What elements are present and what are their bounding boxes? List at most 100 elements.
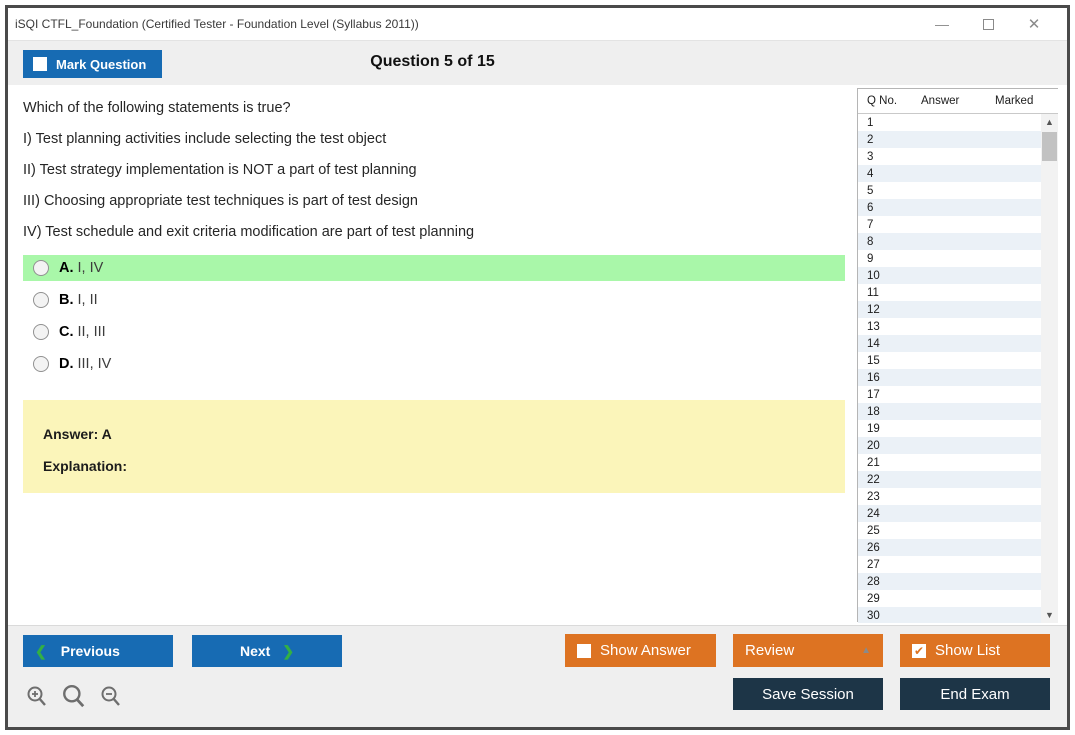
question-number: 28 — [867, 576, 880, 588]
question-list-row[interactable]: 3 — [858, 148, 1042, 165]
question-list-row[interactable]: 18 — [858, 403, 1042, 420]
answer-option-d[interactable]: D.III, IV — [23, 351, 845, 377]
close-icon: ✕ — [1028, 15, 1041, 33]
question-number: 8 — [867, 236, 873, 248]
radio-icon[interactable] — [33, 356, 49, 372]
question-list-row[interactable]: 14 — [858, 335, 1042, 352]
scrollbar[interactable]: ▲ ▼ — [1041, 114, 1058, 623]
option-text: III, IV — [78, 356, 112, 372]
question-number: 11 — [867, 287, 879, 299]
question-list-row[interactable]: 13 — [858, 318, 1042, 335]
option-letter: D. — [59, 356, 74, 372]
question-list-row[interactable]: 23 — [858, 488, 1042, 505]
question-number: 15 — [867, 355, 880, 367]
question-list-row[interactable]: 27 — [858, 556, 1042, 573]
question-number: 2 — [867, 134, 873, 146]
question-list-row[interactable]: 6 — [858, 199, 1042, 216]
question-number: 6 — [867, 202, 873, 214]
question-number: 22 — [867, 474, 880, 486]
answer-box: Answer: A Explanation: — [23, 400, 845, 493]
option-letter: C. — [59, 324, 74, 340]
question-statement: IV) Test schedule and exit criteria modi… — [23, 223, 845, 241]
question-list-row[interactable]: 21 — [858, 454, 1042, 471]
chevron-left-icon: ❮ — [35, 643, 47, 660]
question-list-row[interactable]: 5 — [858, 182, 1042, 199]
option-letter: A. — [59, 260, 74, 276]
next-button[interactable]: Next ❯ — [192, 635, 342, 667]
save-session-button[interactable]: Save Session — [733, 678, 883, 710]
question-number: 20 — [867, 440, 880, 452]
question-number: 29 — [867, 593, 880, 605]
end-exam-button[interactable]: End Exam — [900, 678, 1050, 710]
scroll-up-button[interactable]: ▲ — [1041, 114, 1058, 130]
question-number: 4 — [867, 168, 873, 180]
question-number: 18 — [867, 406, 880, 418]
previous-button[interactable]: ❮ Previous — [23, 635, 173, 667]
question-list-row[interactable]: 26 — [858, 539, 1042, 556]
scrollbar-thumb[interactable] — [1042, 132, 1057, 161]
question-number: 1 — [867, 117, 873, 129]
show-answer-button[interactable]: Show Answer — [565, 634, 716, 667]
question-list-row[interactable]: 2 — [858, 131, 1042, 148]
question-list-row[interactable]: 20 — [858, 437, 1042, 454]
option-text: II, III — [78, 324, 106, 340]
question-statement: II) Test strategy implementation is NOT … — [23, 161, 845, 179]
close-button[interactable]: ✕ — [1011, 9, 1057, 39]
column-header-answer: Answer — [921, 95, 959, 107]
answer-option-b[interactable]: B.I, II — [23, 287, 845, 313]
question-number: 7 — [867, 219, 873, 231]
question-list-row[interactable]: 22 — [858, 471, 1042, 488]
option-text: I, II — [78, 292, 98, 308]
radio-icon[interactable] — [33, 260, 49, 276]
option-letter: B. — [59, 292, 74, 308]
question-list-row[interactable]: 11 — [858, 284, 1042, 301]
answer-options: A.I, IVB.I, IIC.II, IIID.III, IV — [23, 255, 845, 383]
window-controls: — ✕ — [919, 8, 1057, 40]
question-list-row[interactable]: 16 — [858, 369, 1042, 386]
explanation-label: Explanation: — [43, 458, 127, 474]
question-list-row[interactable]: 7 — [858, 216, 1042, 233]
question-list-row[interactable]: 30 — [858, 607, 1042, 623]
header-band: Mark Question Question 5 of 15 — [8, 40, 1067, 85]
zoom-out-icon[interactable] — [99, 685, 123, 709]
question-number: 26 — [867, 542, 880, 554]
review-button[interactable]: Review ▲ — [733, 634, 883, 667]
chevron-right-icon: ❯ — [282, 643, 294, 660]
question-list-row[interactable]: 15 — [858, 352, 1042, 369]
question-list-row[interactable]: 1 — [858, 114, 1042, 131]
question-list-row[interactable]: 19 — [858, 420, 1042, 437]
question-list-row[interactable]: 28 — [858, 573, 1042, 590]
scroll-down-button[interactable]: ▼ — [1041, 607, 1058, 623]
show-list-button[interactable]: ✔ Show List — [900, 634, 1050, 667]
question-number: 9 — [867, 253, 873, 265]
question-list-row[interactable]: 29 — [858, 590, 1042, 607]
question-list-row[interactable]: 24 — [858, 505, 1042, 522]
maximize-button[interactable] — [965, 9, 1011, 39]
triangle-up-icon: ▲ — [861, 645, 871, 656]
question-list-row[interactable]: 8 — [858, 233, 1042, 250]
bottom-bar: ❮ Previous Next ❯ Show Answer Review ▲ — [8, 625, 1067, 727]
option-text: I, IV — [78, 260, 104, 276]
column-header-marked: Marked — [995, 95, 1033, 107]
question-statement: I) Test planning activities include sele… — [23, 130, 845, 148]
question-number: 30 — [867, 610, 880, 622]
question-number: 27 — [867, 559, 880, 571]
question-list-row[interactable]: 17 — [858, 386, 1042, 403]
question-list-header: Q No. Answer Marked — [858, 89, 1058, 114]
checkbox-checked-icon: ✔ — [912, 644, 926, 658]
radio-icon[interactable] — [33, 324, 49, 340]
end-exam-label: End Exam — [940, 686, 1009, 703]
zoom-in-icon[interactable] — [25, 685, 49, 709]
window-title: iSQI CTFL_Foundation (Certified Tester -… — [15, 17, 419, 31]
minimize-button[interactable]: — — [919, 9, 965, 39]
scroll-down-icon: ▼ — [1045, 610, 1054, 620]
question-list-row[interactable]: 9 — [858, 250, 1042, 267]
question-list-row[interactable]: 4 — [858, 165, 1042, 182]
answer-option-a[interactable]: A.I, IV — [23, 255, 845, 281]
question-list-row[interactable]: 10 — [858, 267, 1042, 284]
answer-option-c[interactable]: C.II, III — [23, 319, 845, 345]
question-list-row[interactable]: 25 — [858, 522, 1042, 539]
question-list-row[interactable]: 12 — [858, 301, 1042, 318]
zoom-reset-icon[interactable] — [61, 684, 87, 710]
radio-icon[interactable] — [33, 292, 49, 308]
